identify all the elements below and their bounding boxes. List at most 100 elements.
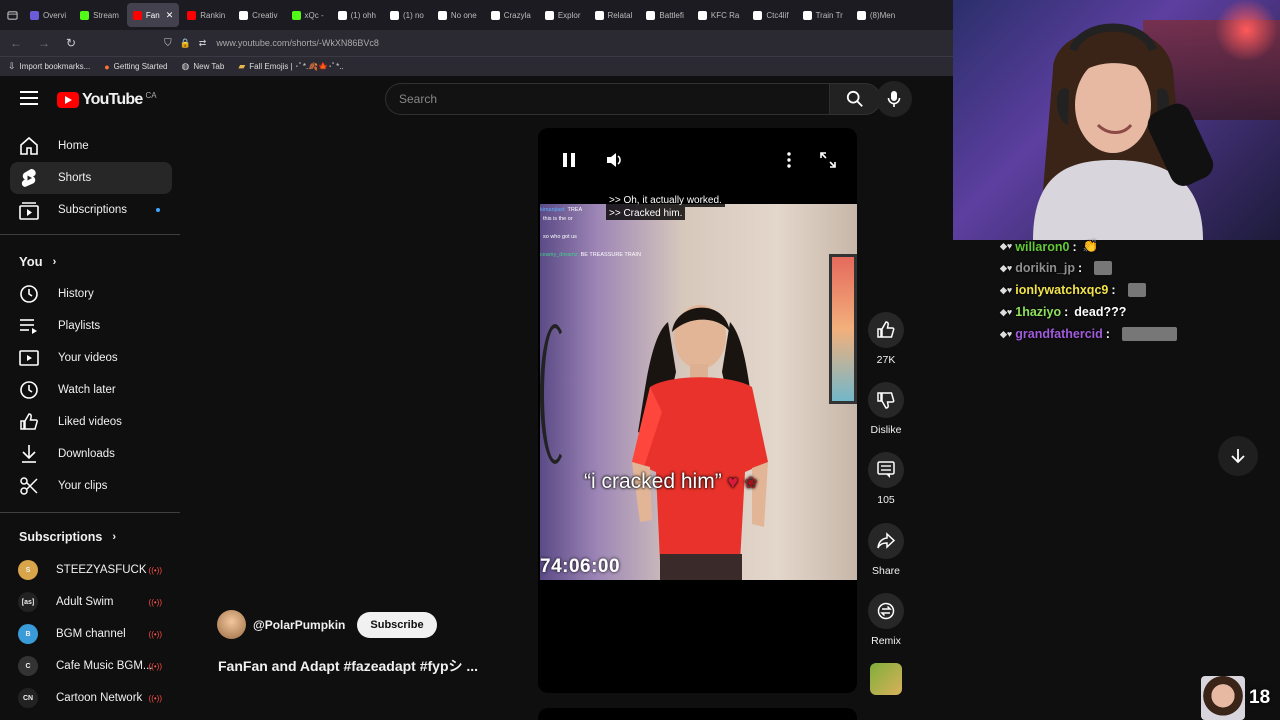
bookmark-item[interactable]: ● Getting Started: [104, 62, 167, 72]
close-tab-icon[interactable]: ✕: [166, 10, 174, 21]
reload-icon[interactable]: ↻: [66, 36, 76, 50]
sidebar-item-liked-videos[interactable]: Liked videos: [10, 406, 172, 438]
sidebar-item-history[interactable]: History: [10, 278, 172, 310]
video-title[interactable]: FanFan and Adapt #fazeadapt #fypシ ...: [218, 656, 478, 676]
browser-tab[interactable]: Stream: [74, 3, 125, 27]
browser-tab[interactable]: Explor: [539, 3, 587, 27]
forward-icon[interactable]: →: [38, 36, 50, 50]
browser-tab[interactable]: Fan ✕: [126, 3, 180, 27]
voice-search-button[interactable]: [876, 81, 912, 117]
browser-tab[interactable]: Relatal: [589, 3, 639, 27]
dislike-button[interactable]: [868, 382, 904, 418]
sidebar-item-your-clips[interactable]: Your clips: [10, 470, 172, 502]
back-icon[interactable]: ←: [10, 36, 22, 50]
sidebar-item-subscriptions[interactable]: Subscriptions: [10, 194, 172, 226]
comment-button[interactable]: [868, 452, 904, 488]
channel-avatar: B: [18, 624, 38, 644]
remix-action: Remix: [866, 593, 906, 647]
browser-tab[interactable]: Overvi: [24, 3, 72, 27]
channel-avatar: CN: [18, 688, 38, 708]
search-box: Search: [385, 83, 881, 115]
subscribe-button[interactable]: Subscribe: [357, 611, 437, 638]
channel-avatar[interactable]: [217, 610, 246, 639]
sidebar-you-heading[interactable]: You ›: [19, 254, 56, 269]
mini-chat-line: so who got us: [540, 233, 690, 242]
subscription-channel-label: Cartoon Network: [56, 692, 143, 704]
chat-emote-image: [1094, 261, 1113, 275]
chat-colon: :: [1072, 239, 1077, 254]
shorts-video-player[interactable]: kimanjiast TREA this is the or so who got u…: [538, 128, 857, 693]
tab-favicon-icon: [30, 10, 39, 20]
stream-chat-line: ◆♥ grandfathercid:: [1000, 327, 1177, 341]
remix-sound-thumbnail[interactable]: [870, 663, 902, 695]
dislike-action: Dislike: [866, 382, 906, 436]
browser-tab[interactable]: Crazyla: [485, 3, 537, 27]
mini-chat-line: [540, 224, 690, 233]
chat-colon: :: [1105, 327, 1110, 341]
browser-tab-label: Train Tr: [815, 10, 843, 20]
address-bar[interactable]: ⛉ 🔒 ⇄ www.youtube.com/shorts/-WkXN86BVc8: [164, 38, 379, 49]
like-button[interactable]: [868, 312, 904, 348]
bookmark-label: Import bookmarks...: [19, 62, 91, 71]
tab-favicon-icon: [80, 10, 90, 20]
browser-tab[interactable]: Creativ: [233, 3, 283, 27]
broken-heart-emoji: ♥: [727, 472, 739, 492]
sidebar-item-playlists[interactable]: Playlists: [10, 310, 172, 342]
next-video-button[interactable]: [1218, 436, 1258, 476]
browser-tab[interactable]: xQc -: [286, 3, 330, 27]
subscription-channel-item[interactable]: C Cafe Music BGM... ((•)): [10, 650, 172, 682]
browser-tab[interactable]: (1) ohh: [332, 3, 382, 27]
sidebar-item-watch-later[interactable]: Watch later: [10, 374, 172, 406]
subscriptions-heading-label: Subscriptions: [19, 530, 103, 544]
subscription-channel-item[interactable]: CN Cartoon Network ((•)): [10, 682, 172, 714]
browser-tab-label: KFC Ra: [710, 10, 740, 20]
sidebar-subscriptions-heading[interactable]: Subscriptions ›: [19, 530, 116, 544]
fullscreen-button[interactable]: [820, 152, 836, 173]
remix-icon: [877, 602, 895, 620]
bookmark-item[interactable]: ⇩ Import bookmarks...: [8, 61, 90, 72]
shield-icon[interactable]: ⛉: [164, 38, 172, 49]
pause-button[interactable]: [562, 152, 576, 173]
browser-tab[interactable]: Ctc4lif: [747, 3, 794, 27]
search-button[interactable]: [829, 83, 881, 115]
browser-tab[interactable]: Battlefi: [640, 3, 689, 27]
browser-tab-label: Explor: [557, 10, 581, 20]
browser-tab[interactable]: Train Tr: [797, 3, 849, 27]
more-options-button[interactable]: [787, 152, 791, 173]
volume-button[interactable]: [605, 151, 623, 174]
sidebar-item-downloads[interactable]: Downloads: [10, 438, 172, 470]
url-text[interactable]: www.youtube.com/shorts/-WkXN86BVc8: [216, 38, 379, 48]
browser-tab[interactable]: KFC Ra: [692, 3, 745, 27]
youtube-logo[interactable]: YouTube CA: [57, 91, 157, 109]
search-input[interactable]: Search: [385, 83, 829, 115]
sidebar-item-home[interactable]: Home: [10, 130, 172, 162]
menu-icon[interactable]: [20, 91, 38, 105]
stream-timer: 74:06:00: [540, 556, 621, 577]
sidebar-item-label: Downloads: [58, 448, 115, 460]
bookmark-item[interactable]: ◍ New Tab: [181, 61, 224, 72]
sidebar-item-label: Shorts: [58, 172, 92, 184]
wall-hook-image: [540, 324, 570, 464]
subscription-channel-item[interactable]: [as] Adult Swim ((•)): [10, 586, 172, 618]
share-button[interactable]: [868, 523, 904, 559]
bookmark-item[interactable]: ▰ Fall Emojis | ･ﾟ*.🍂🍁･ﾟ*..: [238, 61, 343, 72]
subscription-channel-item[interactable]: B BGM channel ((•)): [10, 618, 172, 650]
tab-list-icon[interactable]: [0, 10, 24, 21]
permissions-icon[interactable]: ⇄: [199, 38, 207, 49]
subscriptions-icon: [18, 199, 40, 221]
stream-chat-user: dorikin_jp: [1015, 261, 1075, 275]
browser-tab[interactable]: No one: [432, 3, 483, 27]
stream-chat-line: ◆♥ ionlywatchxqc9:: [1000, 283, 1146, 297]
bookmark-label: Fall Emojis | ･ﾟ*.🍂🍁･ﾟ*..: [249, 62, 344, 71]
sidebar-item-your-videos[interactable]: Your videos: [10, 342, 172, 374]
chat-emote-image: [1127, 283, 1146, 297]
action-label: Share: [871, 565, 901, 577]
browser-tab[interactable]: (1) no: [384, 3, 430, 27]
browser-tab[interactable]: Rankin: [181, 3, 231, 27]
channel-handle[interactable]: @PolarPumpkin: [253, 618, 345, 632]
browser-tab[interactable]: (8)Men: [851, 3, 901, 27]
subscription-channel-item[interactable]: S STEEZYASFUCK ((•)): [10, 554, 172, 586]
remix-button[interactable]: [868, 593, 904, 629]
sidebar-item-shorts[interactable]: Shorts: [10, 162, 172, 194]
sidebar-item-label: Your clips: [58, 480, 108, 492]
